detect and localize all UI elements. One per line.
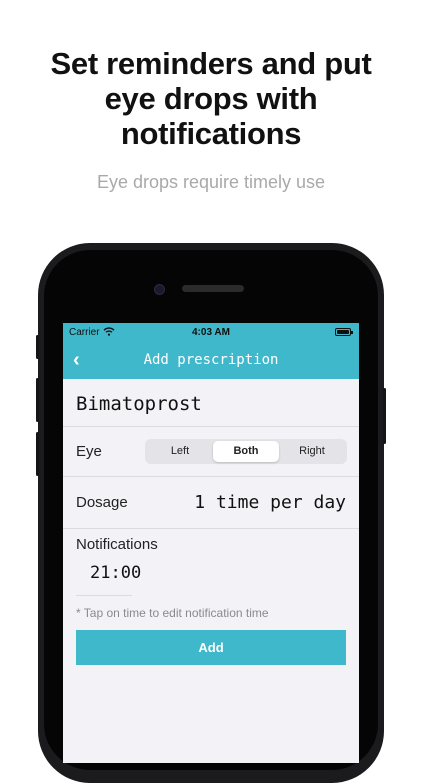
status-bar: Carrier 4:03 AM <box>63 323 359 343</box>
divider <box>63 528 359 529</box>
promo-headline-line-1: Set reminders and put <box>50 46 372 81</box>
promo-headline-line-3: notifications <box>120 116 302 151</box>
phone-power-button <box>383 388 386 444</box>
promo-subheadline: Eye drops require timely use <box>96 172 326 192</box>
phone-mute-switch <box>36 335 39 359</box>
notification-time-item[interactable]: 21:00 <box>90 563 141 583</box>
page-title: Add prescription <box>143 352 279 368</box>
eye-option-right[interactable]: Right <box>279 441 345 462</box>
phone-volume-up <box>36 378 39 422</box>
battery-icon <box>335 328 353 336</box>
divider <box>63 476 359 477</box>
notifications-label: Notifications <box>76 536 158 553</box>
time-underline <box>76 595 132 596</box>
dosage-value[interactable]: 1 time per day <box>194 492 346 513</box>
eye-label: Eye <box>76 443 102 460</box>
eye-segmented-control: Left Both Right <box>145 439 347 464</box>
promo-headline-line-2: eye drops with <box>104 81 318 116</box>
dosage-label: Dosage <box>76 494 128 511</box>
status-time: 4:03 AM <box>192 327 230 338</box>
nav-bar: ‹ Add prescription <box>63 343 359 379</box>
phone-volume-down <box>36 432 39 476</box>
front-camera <box>154 284 165 295</box>
add-button[interactable]: Add <box>76 630 346 665</box>
app-screen: Carrier 4:03 AM ‹ Add prescription Bimat… <box>63 323 359 763</box>
eye-option-left[interactable]: Left <box>147 441 213 462</box>
earpiece-speaker <box>182 285 244 292</box>
eye-option-both[interactable]: Both <box>213 441 279 462</box>
drug-name-field[interactable]: Bimatoprost <box>76 393 202 415</box>
edit-time-hint: * Tap on time to edit notification time <box>76 606 269 620</box>
divider <box>63 426 359 427</box>
promo-headline: Set reminders and put eye drops with not… <box>0 46 422 151</box>
